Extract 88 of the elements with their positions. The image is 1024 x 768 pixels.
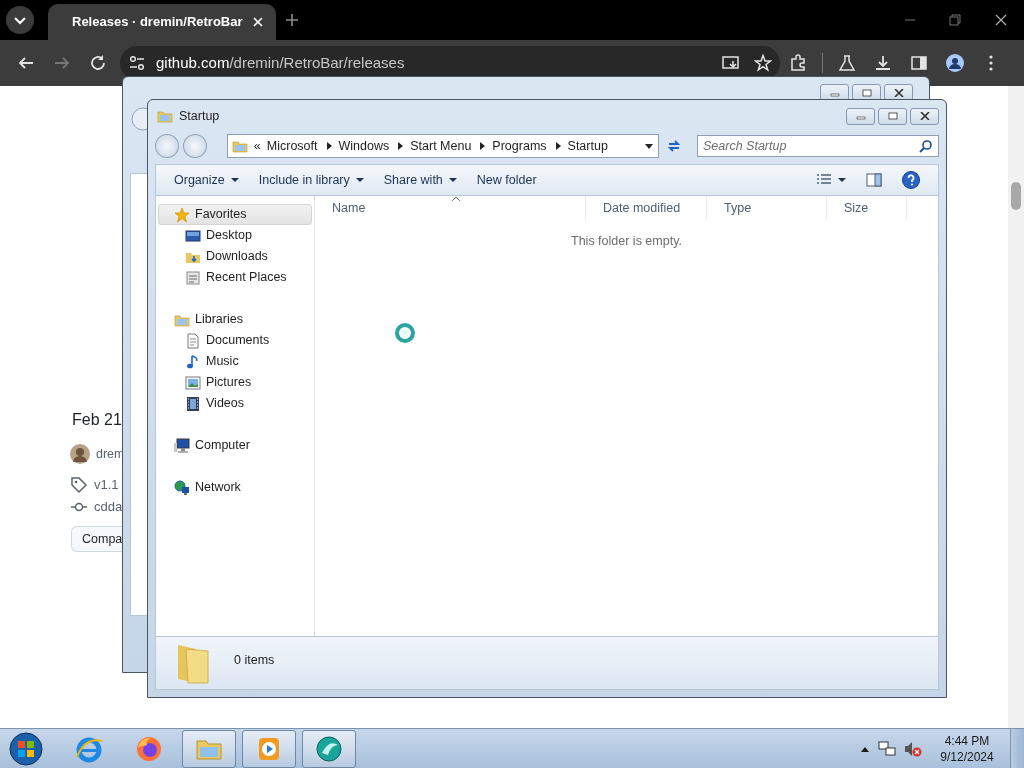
breadcrumb-item[interactable]: Programs xyxy=(492,136,547,156)
install-app-icon[interactable] xyxy=(722,54,740,72)
commit-link[interactable]: cdda xyxy=(94,497,123,517)
side-panel-icon[interactable] xyxy=(910,54,928,72)
busy-cursor-icon xyxy=(394,322,416,344)
refresh-icon[interactable] xyxy=(666,138,683,154)
folder-icon xyxy=(231,138,248,154)
taskbar-button[interactable] xyxy=(242,729,296,768)
profile-avatar-icon[interactable] xyxy=(946,54,964,72)
recent-places-icon xyxy=(185,269,201,286)
new-tab-icon[interactable] xyxy=(285,13,299,27)
dropdown-caret-icon[interactable] xyxy=(644,142,655,150)
empty-message: This folder is empty. xyxy=(570,233,683,250)
toolbar-button[interactable]: Include in library xyxy=(250,168,372,192)
address-bar[interactable]: « Microsoft Windows Start Menu Programs Startup xyxy=(226,134,660,158)
nav-item[interactable]: Videos xyxy=(156,393,314,414)
film-strip-icon xyxy=(185,395,201,412)
column-header[interactable]: Name xyxy=(315,196,586,220)
chevron-icon[interactable] xyxy=(478,141,487,151)
breadcrumb-item[interactable]: Microsoft xyxy=(266,136,318,156)
toolbar-button[interactable]: Organize xyxy=(166,168,247,192)
nav-item[interactable]: Favorites xyxy=(158,204,312,225)
maximize-icon[interactable] xyxy=(887,112,898,120)
chevron-icon[interactable] xyxy=(324,141,333,151)
nav-item[interactable]: Desktop xyxy=(156,225,314,246)
column-header[interactable]: Size xyxy=(827,196,907,220)
network-globe-icon xyxy=(174,479,190,496)
list-view-icon xyxy=(816,173,832,187)
column-header[interactable]: Date modified xyxy=(586,196,707,220)
app-logo-icon xyxy=(315,734,343,763)
nav-item[interactable]: Music xyxy=(156,351,314,372)
breadcrumb-item[interactable]: Windows xyxy=(338,136,390,156)
document-icon xyxy=(185,332,201,349)
breadcrumb-overflow[interactable]: « xyxy=(253,136,261,156)
browser-tab[interactable]: Releases · dremin/RetroBar xyxy=(48,4,276,40)
nav-item[interactable]: Pictures xyxy=(156,372,314,393)
compare-button[interactable]: Compa xyxy=(71,526,124,552)
preview-pane-icon[interactable] xyxy=(866,172,882,188)
tab-title: Releases · dremin/RetroBar xyxy=(72,13,244,32)
breadcrumb-item[interactable]: Startup xyxy=(567,136,608,156)
chevron-icon[interactable] xyxy=(396,141,405,151)
url-text: github.com/dremin/RetroBar/releases xyxy=(156,52,406,73)
close-icon[interactable] xyxy=(994,13,1008,27)
tab-search-icon[interactable] xyxy=(6,6,34,34)
extensions-icon[interactable] xyxy=(789,54,807,72)
reload-icon[interactable] xyxy=(89,54,107,72)
desktop-icon xyxy=(185,227,201,244)
chevron-icon[interactable] xyxy=(553,141,562,151)
network-icon[interactable] xyxy=(878,739,896,758)
download-icon[interactable] xyxy=(874,54,892,72)
tag-icon xyxy=(70,475,88,494)
toolbar-button[interactable]: New folder xyxy=(468,168,545,192)
start-orb-icon[interactable] xyxy=(9,731,43,766)
nav-item[interactable]: Computer xyxy=(156,435,314,456)
window-title: Startup xyxy=(179,107,221,125)
folder-icon xyxy=(157,108,173,124)
site-settings-icon[interactable] xyxy=(128,54,146,72)
nav-item[interactable]: Libraries xyxy=(156,309,314,330)
close-icon[interactable] xyxy=(919,112,930,120)
scrollbar[interactable] xyxy=(1008,86,1024,728)
column-header[interactable]: Type xyxy=(707,196,827,220)
star-icon xyxy=(174,206,190,223)
item-count: 0 items xyxy=(234,652,275,669)
restore-icon[interactable] xyxy=(948,13,962,27)
avatar-icon xyxy=(70,444,90,464)
taskbar-button[interactable] xyxy=(302,729,356,768)
search-icon[interactable] xyxy=(919,139,933,153)
fox-globe-icon xyxy=(135,734,163,763)
computer-icon xyxy=(174,437,190,454)
release-date: Feb 21 xyxy=(72,410,122,430)
breadcrumb-item[interactable]: Start Menu xyxy=(410,136,472,156)
tag-link[interactable]: v1.1 xyxy=(94,475,119,495)
search-field[interactable]: Search Startup xyxy=(697,135,939,157)
clock[interactable]: 4:44 PM 9/12/2024 xyxy=(930,732,1004,765)
taskbar-button[interactable] xyxy=(182,729,236,768)
nav-item[interactable]: Downloads xyxy=(156,246,314,267)
caret-icon xyxy=(838,177,846,183)
bookmark-star-icon[interactable] xyxy=(754,54,772,72)
maximize-icon[interactable] xyxy=(861,88,872,97)
toolbar-button[interactable]: Share with xyxy=(375,168,465,192)
nav-item[interactable]: Network xyxy=(156,477,314,498)
nav-item[interactable]: Documents xyxy=(156,330,314,351)
nav-item[interactable]: Recent Places xyxy=(156,267,314,288)
flask-icon[interactable] xyxy=(838,54,856,72)
help-icon[interactable] xyxy=(902,171,920,189)
music-note-icon xyxy=(185,353,201,370)
close-icon[interactable] xyxy=(893,88,904,97)
pictures-icon xyxy=(185,374,201,391)
